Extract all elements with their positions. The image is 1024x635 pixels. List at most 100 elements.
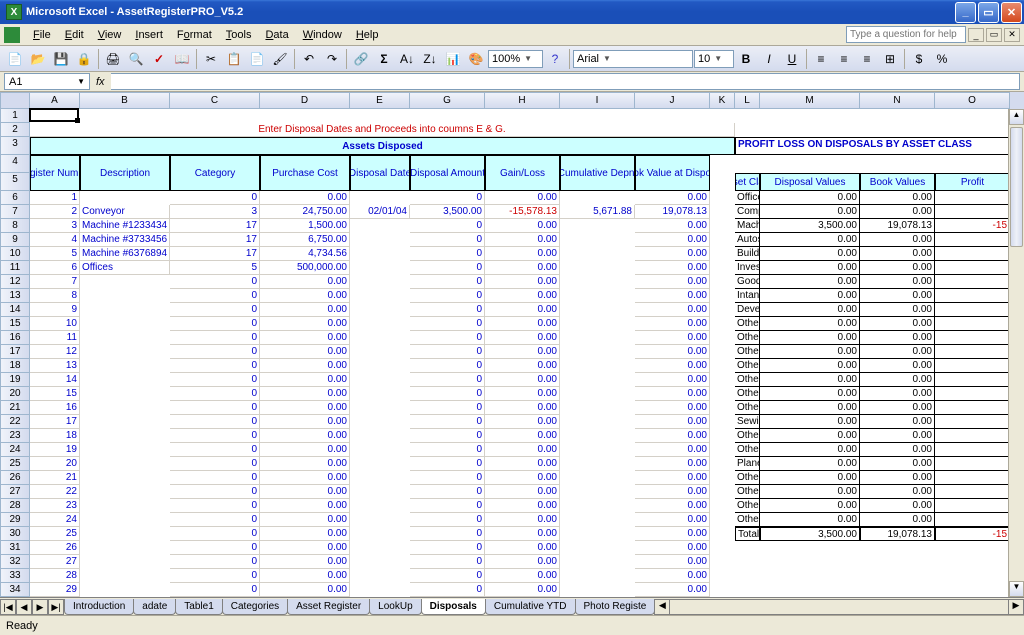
cell[interactable]: 0.00: [860, 429, 935, 443]
undo-button[interactable]: ↶: [298, 48, 320, 70]
cell[interactable]: 3,500.00: [760, 219, 860, 233]
cell[interactable]: 0.00: [485, 387, 560, 401]
cell[interactable]: 0: [170, 275, 260, 289]
cell[interactable]: 2: [30, 205, 80, 219]
cell[interactable]: 9: [30, 303, 80, 317]
cell[interactable]: 0.00: [635, 485, 710, 499]
cell[interactable]: 02/01/04: [350, 205, 410, 219]
row-header-3[interactable]: 3: [0, 137, 30, 155]
column-header-L[interactable]: L: [735, 92, 760, 109]
sheet-tab-cumulative-ytd[interactable]: Cumulative YTD: [485, 599, 576, 615]
cell[interactable]: 0.00: [260, 359, 350, 373]
cell[interactable]: 0.00: [485, 499, 560, 513]
cell[interactable]: Register Number: [30, 155, 80, 191]
tab-last[interactable]: ▶|: [48, 599, 64, 615]
align-center-button[interactable]: ≡: [833, 48, 855, 70]
row-header-1[interactable]: 1: [0, 109, 30, 123]
cell[interactable]: 19,078.13: [635, 205, 710, 219]
cell[interactable]: 0.00: [635, 331, 710, 345]
horizontal-scrollbar[interactable]: ◀▶: [654, 599, 1024, 615]
cell[interactable]: Others: [735, 345, 760, 359]
cell[interactable]: 0.00: [260, 345, 350, 359]
cell[interactable]: 0.00: [760, 415, 860, 429]
cell[interactable]: 4,734.56: [260, 247, 350, 261]
cell[interactable]: 0.00: [260, 527, 350, 541]
cell[interactable]: 0.00: [260, 275, 350, 289]
cell[interactable]: 25: [30, 527, 80, 541]
cell[interactable]: Development Costs: [735, 303, 760, 317]
cell[interactable]: 0.00: [485, 261, 560, 275]
cell[interactable]: 16: [30, 401, 80, 415]
cell[interactable]: Machinery: [735, 219, 760, 233]
cell[interactable]: 0: [410, 583, 485, 597]
cell[interactable]: 0: [170, 471, 260, 485]
cell[interactable]: 21: [30, 471, 80, 485]
row-header-6[interactable]: 6: [0, 191, 30, 205]
cell[interactable]: 1: [30, 191, 80, 205]
cell[interactable]: 0: [410, 443, 485, 457]
cell[interactable]: 19,078.13: [860, 527, 935, 541]
align-right-button[interactable]: ≡: [856, 48, 878, 70]
cell[interactable]: Planer M/Cs: [735, 457, 760, 471]
cell[interactable]: 29: [30, 583, 80, 597]
cell[interactable]: 0.00: [760, 247, 860, 261]
cell[interactable]: 0.00: [260, 569, 350, 583]
merge-button[interactable]: ⊞: [879, 48, 901, 70]
cell[interactable]: 0: [410, 247, 485, 261]
mdi-close[interactable]: ✕: [1004, 28, 1020, 42]
cell[interactable]: 0.00: [485, 401, 560, 415]
cell[interactable]: 0.00: [760, 471, 860, 485]
cell[interactable]: 0.00: [860, 247, 935, 261]
cell[interactable]: Others: [735, 513, 760, 527]
cell[interactable]: Assets Disposed: [30, 137, 735, 155]
sheet-tab-disposals[interactable]: Disposals: [421, 599, 486, 615]
cell[interactable]: 0.00: [860, 331, 935, 345]
row-header-30[interactable]: 30: [0, 527, 30, 541]
cell[interactable]: [935, 443, 1010, 457]
cell[interactable]: 24: [30, 513, 80, 527]
zoom-combo[interactable]: 100%▼: [488, 50, 543, 68]
cell[interactable]: 0.00: [260, 415, 350, 429]
column-header-A[interactable]: A: [30, 92, 80, 109]
cell[interactable]: 0.00: [635, 555, 710, 569]
row-header-33[interactable]: 33: [0, 569, 30, 583]
row-header-11[interactable]: 11: [0, 261, 30, 275]
cell[interactable]: Machine #3733456: [80, 233, 170, 247]
cell[interactable]: 0: [410, 191, 485, 205]
cell[interactable]: 0.00: [260, 471, 350, 485]
cell[interactable]: 0.00: [760, 205, 860, 219]
cell[interactable]: 0.00: [485, 485, 560, 499]
cell[interactable]: 0: [170, 191, 260, 205]
cell[interactable]: [935, 247, 1010, 261]
mdi-minimize[interactable]: _: [968, 28, 984, 42]
row-header-4[interactable]: 4: [0, 155, 30, 173]
cell[interactable]: 17: [30, 415, 80, 429]
row-header-26[interactable]: 26: [0, 471, 30, 485]
cell[interactable]: [935, 317, 1010, 331]
save-button[interactable]: 💾: [50, 48, 72, 70]
cell[interactable]: 13: [30, 359, 80, 373]
permission-button[interactable]: 🔒: [73, 48, 95, 70]
spelling-button[interactable]: ✓: [148, 48, 170, 70]
cell[interactable]: 0.00: [635, 317, 710, 331]
cell[interactable]: [935, 513, 1010, 527]
cell[interactable]: 0: [170, 457, 260, 471]
cell[interactable]: 1,500.00: [260, 219, 350, 233]
cell[interactable]: Book Value at Disposal: [635, 155, 710, 191]
cell[interactable]: 0.00: [260, 429, 350, 443]
cell[interactable]: 0: [410, 387, 485, 401]
cell[interactable]: 0: [410, 457, 485, 471]
minimize-button[interactable]: _: [955, 2, 976, 23]
cell[interactable]: 0.00: [635, 191, 710, 205]
cell[interactable]: 0.00: [635, 373, 710, 387]
cell[interactable]: 0.00: [860, 303, 935, 317]
cell[interactable]: 0.00: [760, 289, 860, 303]
cell[interactable]: 0.00: [260, 331, 350, 345]
cell[interactable]: 0.00: [635, 443, 710, 457]
cell[interactable]: Others: [735, 359, 760, 373]
cell[interactable]: Conveyor: [80, 205, 170, 219]
cell[interactable]: Book Values: [860, 173, 935, 191]
cell[interactable]: Intangibles: [735, 289, 760, 303]
cell[interactable]: 19: [30, 443, 80, 457]
cell[interactable]: Disposal Date: [350, 155, 410, 191]
